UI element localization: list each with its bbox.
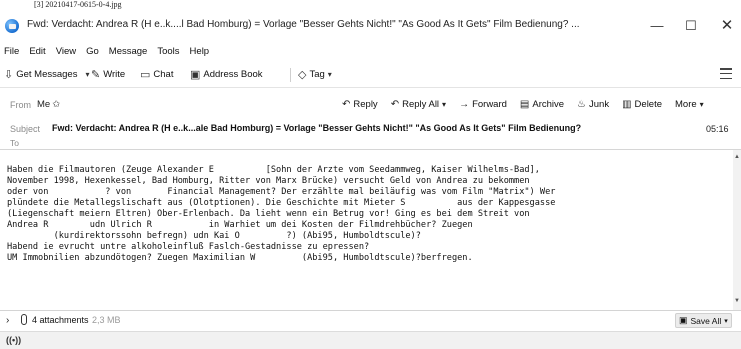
body-line: Habend ie evrucht untre alkoholeinfluß F… [7,242,370,252]
toolbar-separator [290,68,291,82]
body-line: November 1998, Hexenkessel, Bad Homburg,… [7,176,530,186]
more-button[interactable]: More ▾ [669,95,711,113]
get-messages-label: Get Messages [16,69,78,80]
body-line: Haben die Filmautoren (Zeuge Alexander E… [7,165,540,175]
tag-button[interactable]: ◇ Tag ▾ [298,66,332,84]
subject-label: Subject [10,124,41,134]
get-messages-button[interactable]: ⇩ Get Messages ▾ [4,66,89,84]
forward-icon: → [459,98,470,110]
chevron-down-icon: ▾ [699,99,704,109]
minimize-button[interactable]: — [642,15,672,37]
archive-button[interactable]: ▤ Archive [514,95,571,113]
subject-value: Fwd: Verdacht: Andrea R (H e..k...ale Ba… [52,123,582,133]
reply-label: Reply [353,98,378,110]
thunderbird-icon [5,19,19,33]
menu-go[interactable]: Go [86,44,99,60]
paperclip-icon [21,314,27,325]
junk-label: Junk [589,98,610,110]
menu-message[interactable]: Message [109,44,148,60]
message-text: Haben die Filmautoren (Zeuge Alexander E… [7,165,729,264]
pencil-icon: ✎ [91,69,101,81]
status-bar: ((•)) [0,331,741,349]
window-title: Fwd: Verdacht: Andrea R (H e..k....l Bad… [27,19,580,30]
chat-button[interactable]: ▭ Chat [140,66,173,84]
reply-button[interactable]: ↶ Reply [336,95,385,113]
body-line: UM Immobnilien abzundötogen? Zuegen Maxi… [7,253,473,263]
address-book-button[interactable]: ▣ Address Book [190,66,263,84]
more-label: More [675,98,697,110]
forward-button[interactable]: → Forward [453,95,514,113]
save-all-label: Save All [690,315,722,326]
vertical-scrollbar[interactable] [733,150,741,310]
attachment-size: 2,3 MB [92,315,121,325]
message-date: 05:16 [706,124,729,134]
attachment-count[interactable]: 4 attachments [32,315,89,325]
archive-label: Archive [532,98,565,110]
body-line: (kurdirektorssohn befregn) udn Kai O ?) … [7,231,421,241]
maximize-button[interactable]: ☐ [676,15,706,37]
sender-name: Me [37,99,51,110]
save-all-button[interactable]: ▣ Save All ▾ [675,313,732,328]
tag-icon: ◇ [298,69,307,81]
junk-button[interactable]: ♨ Junk [571,95,616,113]
to-label: To [10,138,19,148]
menu-tools[interactable]: Tools [157,44,179,60]
write-label: Write [103,69,126,80]
scroll-up-icon[interactable]: ▲ [734,154,740,160]
window-titlebar: Fwd: Verdacht: Andrea R (H e..k....l Bad… [0,12,741,41]
reply-all-button[interactable]: ↶ Reply All ▾ [385,95,453,113]
archive-icon: ▤ [519,98,530,110]
chevron-down-icon[interactable]: ▾ [85,66,89,84]
chat-label: Chat [153,69,174,80]
trash-icon: ▥ [622,98,632,110]
body-line: oder von ? von Financial Management? Der… [7,187,556,197]
from-value[interactable]: Me ✩ [37,99,60,110]
delete-label: Delete [634,98,663,110]
attachment-bar: › 4 attachments 2,3 MB ▣ Save All ▾ [0,310,741,330]
close-button[interactable]: ✕ [712,15,741,37]
chevron-down-icon[interactable]: ▾ [724,317,728,325]
menu-bar: File Edit View Go Message Tools Help [0,44,741,60]
star-icon[interactable]: ✩ [52,99,60,110]
from-label: From [10,100,31,110]
scroll-down-icon[interactable]: ▼ [734,298,740,304]
delete-button[interactable]: ▥ Delete [616,95,669,113]
body-line: (Liegenschaft meiern Eltren) Ober-Erlenb… [7,209,530,219]
chevron-right-icon[interactable]: › [6,315,9,326]
forward-label: Forward [472,98,507,110]
chevron-down-icon: ▾ [442,99,447,109]
menu-help[interactable]: Help [190,44,210,60]
menu-file[interactable]: File [4,44,19,60]
connection-icon: ((•)) [6,335,22,345]
message-header: From Me ✩ ↶ Reply ↶ Reply All ▾ → Forward ▤ Ar… [0,89,741,149]
save-icon: ▣ [679,315,688,325]
file-caption: [3] 20210417-0615-0-4.jpg [34,0,122,9]
menu-view[interactable]: View [56,44,76,60]
body-line: Andrea R udn Ulrich R in Warhiet um dei … [7,220,473,230]
chat-icon: ▭ [140,69,151,81]
menu-edit[interactable]: Edit [29,44,45,60]
body-line: plündete die Metallegslischaft aus (Ölot… [7,198,556,208]
junk-icon: ♨ [577,98,587,110]
message-actions: ↶ Reply ↶ Reply All ▾ → Forward ▤ Archive ♨ Ju… [336,95,711,113]
write-button[interactable]: ✎ Write [91,66,125,84]
address-book-icon: ▣ [190,69,201,81]
chevron-down-icon: ▾ [327,70,332,79]
reply-all-label: Reply All [402,98,440,110]
download-icon: ⇩ [4,69,14,81]
app-menu-icon[interactable] [720,68,732,79]
message-body: Haben die Filmautoren (Zeuge Alexander E… [0,150,741,310]
tag-label: Tag [309,69,325,80]
reply-all-icon: ↶ [390,98,400,110]
address-book-label: Address Book [203,69,263,80]
reply-icon: ↶ [342,98,351,110]
main-toolbar: ⇩ Get Messages ▾ ✎ Write ▭ Chat ▣ Addres… [0,62,741,88]
